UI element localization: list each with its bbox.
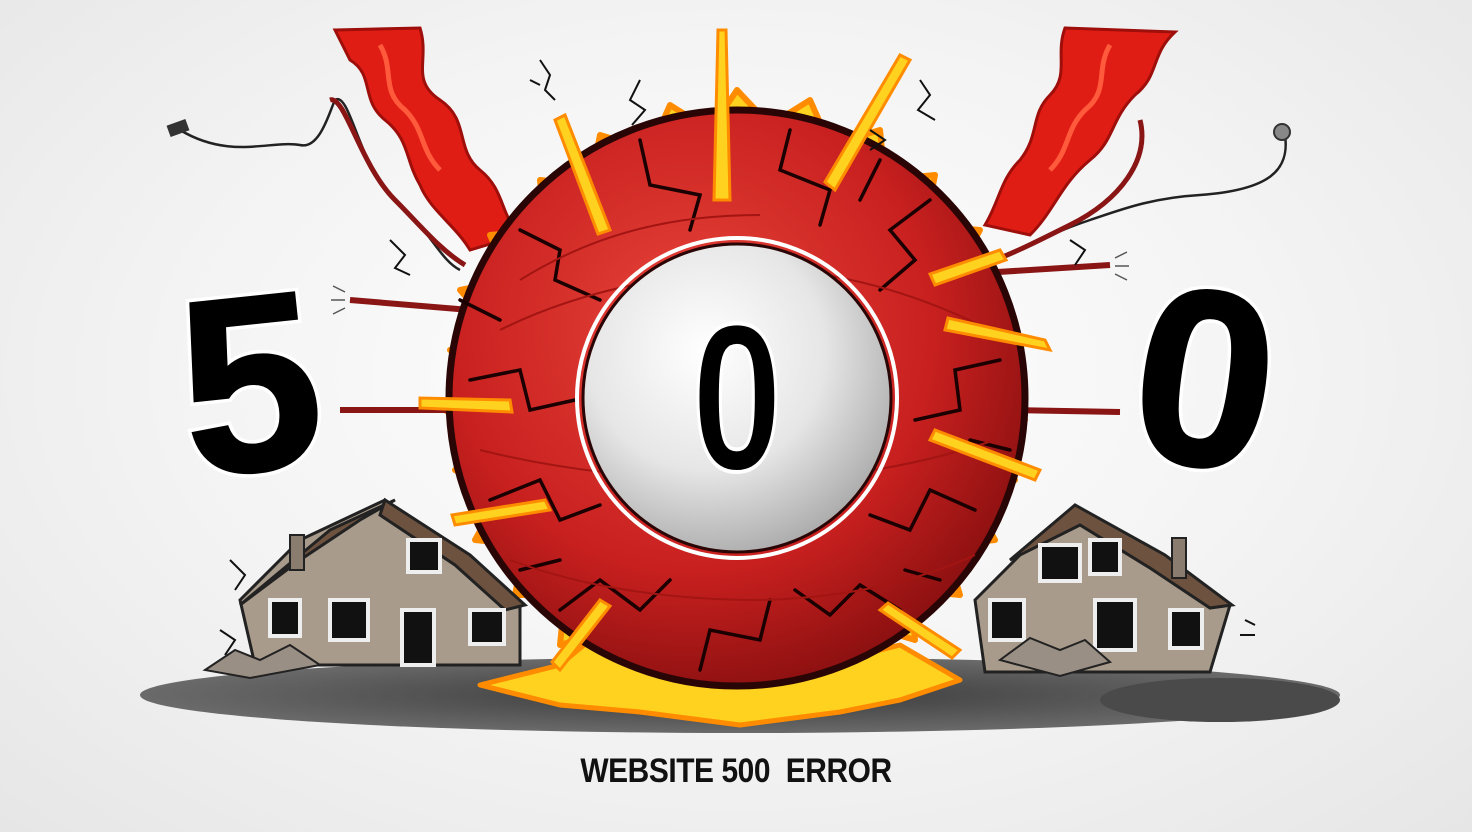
- cracked-ball-icon: 0: [445, 106, 1029, 690]
- smoke-plume-right-icon: [982, 26, 1179, 237]
- smoke-plume-left-icon: [332, 26, 523, 252]
- right-digit-outline: 0: [1117, 231, 1294, 527]
- house-right-icon: [973, 503, 1236, 678]
- error-illustration: 0 5 5 0 0 WEBSITE 500 ERROR: [0, 0, 1472, 832]
- error-caption: WEBSITE 500 ERROR: [580, 752, 892, 790]
- center-digit: 0: [691, 280, 782, 514]
- left-digit-outline: 5: [167, 237, 334, 529]
- explosion-scene: 0 5 5 0 0: [140, 26, 1340, 733]
